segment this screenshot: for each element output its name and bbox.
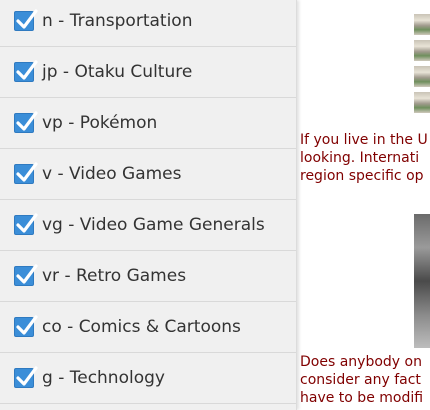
board-item-vp[interactable]: vp - Pokémon bbox=[0, 98, 296, 149]
checkbox-checked-icon[interactable] bbox=[14, 111, 38, 133]
board-list-drawer: n - Transportation jp - Otaku Culture vp… bbox=[0, 0, 297, 410]
board-label: vg - Video Game Generals bbox=[42, 215, 265, 235]
checkbox-checked-icon[interactable] bbox=[14, 162, 38, 184]
thumbnail-image[interactable] bbox=[414, 66, 430, 87]
post-line: Does anybody on bbox=[300, 354, 422, 370]
post-body: Does anybody on consider any fact have t… bbox=[300, 353, 430, 407]
board-label: v - Video Games bbox=[42, 164, 182, 184]
post-thumbnails[interactable] bbox=[414, 14, 430, 118]
post-line: have to be modifi bbox=[300, 390, 424, 406]
board-label: g - Technology bbox=[42, 368, 165, 388]
checkbox-checked-icon[interactable] bbox=[14, 315, 38, 337]
post-line: consider any fact bbox=[300, 372, 421, 388]
checkbox-checked-icon[interactable] bbox=[14, 60, 38, 82]
board-item-co[interactable]: co - Comics & Cartoons bbox=[0, 302, 296, 353]
board-item-g[interactable]: g - Technology bbox=[0, 353, 296, 404]
board-item-n[interactable]: n - Transportation bbox=[0, 0, 296, 47]
thumbnail-image[interactable] bbox=[414, 14, 430, 35]
post-line: region specific op bbox=[300, 168, 424, 184]
post-line: If you live in the U bbox=[300, 132, 428, 148]
checkbox-checked-icon[interactable] bbox=[14, 213, 38, 235]
board-label: vr - Retro Games bbox=[42, 266, 187, 286]
post-line: looking. Internati bbox=[300, 150, 420, 166]
checkbox-checked-icon[interactable] bbox=[14, 366, 38, 388]
board-item-jp[interactable]: jp - Otaku Culture bbox=[0, 47, 296, 98]
board-label: jp - Otaku Culture bbox=[42, 62, 193, 82]
post-image[interactable] bbox=[414, 214, 430, 348]
board-item-vr[interactable]: vr - Retro Games bbox=[0, 251, 296, 302]
checkbox-checked-icon[interactable] bbox=[14, 264, 38, 286]
board-label: co - Comics & Cartoons bbox=[42, 317, 241, 337]
board-item-v[interactable]: v - Video Games bbox=[0, 149, 296, 200]
post-body: If you live in the U looking. Internati … bbox=[300, 131, 430, 185]
board-label: n - Transportation bbox=[42, 11, 193, 31]
thumbnail-image[interactable] bbox=[414, 92, 430, 113]
board-label: vp - Pokémon bbox=[42, 113, 158, 133]
checkbox-checked-icon[interactable] bbox=[14, 9, 38, 31]
board-item-vg[interactable]: vg - Video Game Generals bbox=[0, 200, 296, 251]
thumbnail-image[interactable] bbox=[414, 40, 430, 61]
